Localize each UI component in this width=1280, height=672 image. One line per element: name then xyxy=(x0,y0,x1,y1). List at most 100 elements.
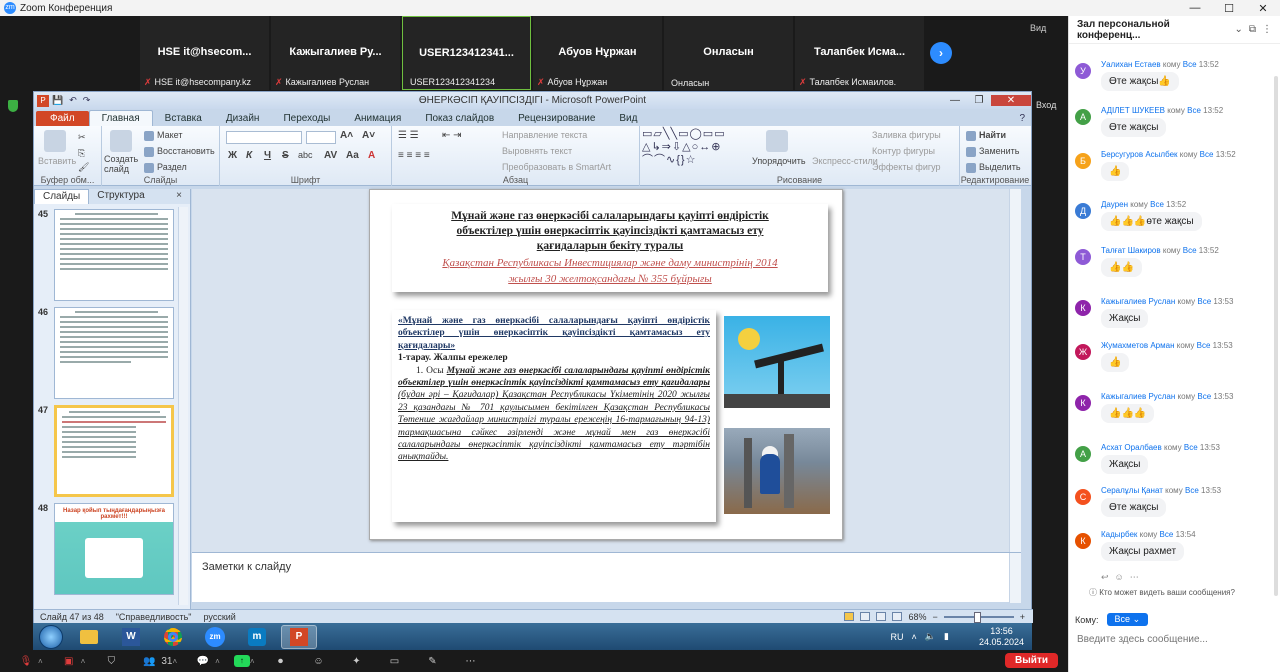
popout-icon[interactable]: ⧉ xyxy=(1249,24,1256,35)
maximize-icon[interactable]: ☐ xyxy=(1212,2,1246,15)
zoom-out-icon[interactable]: − xyxy=(932,612,937,622)
underline-button[interactable]: Ч xyxy=(264,150,271,161)
tab-transitions[interactable]: Переходы xyxy=(271,111,342,126)
mic-muted-icon[interactable]: 🎙 xyxy=(14,656,38,667)
participant-tile[interactable]: Талапбек Исма... ✗ Талапбек Исмаилов. xyxy=(795,16,924,90)
replace-button[interactable]: Заменить xyxy=(966,146,1019,157)
notes-scrollbar[interactable] xyxy=(1009,553,1021,603)
shapes-gallery[interactable]: ▭▱╲╲▭◯▭▭ △↳⇒⇩△○↔⊕ ⌒⌒∿{}☆ xyxy=(642,128,726,167)
tab-file[interactable]: Файл xyxy=(36,111,89,126)
bold-button[interactable]: Ж xyxy=(228,150,237,161)
slide-thumbnail-selected[interactable]: 47 xyxy=(38,405,176,499)
tab-home[interactable]: Главная xyxy=(88,110,153,126)
chevron-up-icon[interactable]: ˄ xyxy=(172,657,177,666)
apps-icon[interactable]: ✦ xyxy=(344,656,368,667)
tab-slides[interactable]: Слайды xyxy=(34,189,90,204)
more-icon[interactable]: ⋮ xyxy=(1262,24,1272,35)
recipient-dropdown[interactable]: Все ⌄ xyxy=(1106,613,1149,626)
quick-styles-button[interactable]: Экспресс-стили xyxy=(812,156,878,166)
security-shield-icon[interactable] xyxy=(8,100,18,112)
zoom-level[interactable]: 68% xyxy=(908,612,926,622)
chevron-up-icon[interactable]: ˄ xyxy=(250,657,255,666)
arrange-button[interactable]: Упорядочить xyxy=(752,156,806,166)
tab-slideshow[interactable]: Показ слайдов xyxy=(413,111,506,126)
change-case-icon[interactable]: Aa xyxy=(346,150,359,161)
shape-effects-button[interactable]: Эффекты фигур xyxy=(872,162,941,172)
participants-icon[interactable]: 👥 xyxy=(137,656,161,667)
select-button[interactable]: Выделить xyxy=(966,162,1021,173)
whiteboard-icon[interactable]: ▭ xyxy=(382,656,406,667)
tray-up-icon[interactable]: ˄ xyxy=(912,632,917,642)
align-icons[interactable]: ≡ ≡ ≡ ≡ xyxy=(398,150,430,161)
ppt-close-icon[interactable]: ✕ xyxy=(991,95,1031,106)
taskbar-zoom[interactable]: zm xyxy=(197,625,233,649)
shape-fill-button[interactable]: Заливка фигуры xyxy=(872,130,941,140)
convert-smartart-button[interactable]: Преобразовать в SmartArt xyxy=(502,162,611,172)
record-icon[interactable]: ⏺ xyxy=(268,656,292,667)
section-button[interactable]: Раздел xyxy=(144,162,187,173)
cut-icon[interactable]: ✂ xyxy=(78,132,86,143)
taskbar-chrome[interactable] xyxy=(155,625,191,649)
chevron-up-icon[interactable]: ˄ xyxy=(38,657,43,666)
tab-view[interactable]: Вид xyxy=(607,111,649,126)
chat-message-input[interactable] xyxy=(1077,630,1273,648)
current-slide[interactable]: Мұнай және газ өнеркәсібі салаларындағы … xyxy=(369,189,843,540)
taskbar-powerpoint[interactable]: P xyxy=(281,624,317,649)
oil-worker-image[interactable] xyxy=(724,428,830,514)
redo-icon[interactable]: ↷ xyxy=(83,95,91,106)
align-text-button[interactable]: Выровнять текст xyxy=(502,146,572,156)
input-language[interactable]: RU xyxy=(891,632,904,642)
shrink-font-icon[interactable]: A˅ xyxy=(362,130,375,141)
network-icon[interactable]: ▮ xyxy=(944,631,949,642)
participant-tile[interactable]: Кажыгалиев Ру... ✗ Кажыгалиев Руслан xyxy=(271,16,400,90)
participant-tile[interactable]: Абуов Нұржан ✗ Абуов Нұржан xyxy=(533,16,662,90)
system-clock[interactable]: 13:56 24.05.2024 xyxy=(979,626,1024,648)
leave-meeting-button[interactable]: Выйти xyxy=(1005,653,1058,668)
slideshow-view-icon[interactable] xyxy=(892,612,903,621)
new-slide-button[interactable]: Создать слайд xyxy=(104,154,140,174)
gallery-next-icon[interactable]: › xyxy=(930,42,952,64)
oil-pump-flag-image[interactable] xyxy=(724,316,830,408)
exit-fullscreen-button[interactable]: Вход xyxy=(1036,100,1056,110)
chat-icon[interactable]: 💬 xyxy=(191,656,215,667)
tab-outline[interactable]: Структура xyxy=(89,189,152,204)
char-spacing-icon[interactable]: AV xyxy=(324,150,337,161)
slide-thumbnail[interactable]: 45 xyxy=(38,209,176,303)
notes-pane[interactable]: Заметки к слайду xyxy=(192,552,1021,603)
start-button-icon[interactable] xyxy=(39,624,63,649)
slides-panel-scrollbar[interactable] xyxy=(178,207,188,605)
panel-close-icon[interactable]: × xyxy=(168,189,190,204)
format-painter-icon[interactable]: 🖌 xyxy=(78,162,89,173)
save-icon[interactable]: 💾 xyxy=(52,95,63,106)
taskbar-explorer[interactable] xyxy=(71,625,107,649)
slide-title-box[interactable]: Мұнай және газ өнеркәсібі салаларындағы … xyxy=(392,204,828,292)
help-icon[interactable]: ? xyxy=(1013,111,1031,126)
indent-icon[interactable]: ⇤ ⇥ xyxy=(442,130,462,141)
video-off-icon[interactable]: ▣ xyxy=(57,656,81,667)
bullets-icon[interactable]: ☰ ☰ xyxy=(398,130,419,141)
layout-button[interactable]: Макет xyxy=(144,130,182,141)
text-direction-button[interactable]: Направление текста xyxy=(502,130,587,140)
share-screen-icon[interactable]: ↑ xyxy=(233,655,250,667)
font-color-icon[interactable]: A xyxy=(368,150,375,161)
participant-tile[interactable]: HSE it@hsecom... ✗ HSE it@hsecompany.kz xyxy=(140,16,269,90)
security-icon[interactable]: ⛉ xyxy=(99,656,123,667)
taskbar-word[interactable]: W xyxy=(113,625,149,649)
reading-view-icon[interactable] xyxy=(876,612,887,621)
tab-review[interactable]: Рецензирование xyxy=(506,111,607,126)
font-family-combo[interactable] xyxy=(226,131,302,144)
language[interactable]: русский xyxy=(204,612,236,622)
reply-icon[interactable]: ↩ xyxy=(1101,572,1109,583)
slide-thumbnail[interactable]: 48 Назар қойып тыңдағандарыңызға рахмет!… xyxy=(38,503,176,597)
ppt-minimize-icon[interactable]: — xyxy=(943,95,967,106)
participant-tile-active-speaker[interactable]: USER123412341... USER123412341234 xyxy=(402,16,531,90)
shape-outline-button[interactable]: Контур фигуры xyxy=(872,146,935,156)
chevron-up-icon[interactable]: ˄ xyxy=(81,657,86,666)
taskbar-m[interactable]: m xyxy=(239,625,275,649)
who-can-see-link[interactable]: ⓘ Кто может видеть ваши сообщения? xyxy=(1089,587,1235,598)
minimize-icon[interactable]: — xyxy=(1178,2,1212,15)
volume-icon[interactable]: 🔈 xyxy=(925,631,936,642)
reset-button[interactable]: Восстановить xyxy=(144,146,215,157)
tab-animation[interactable]: Анимация xyxy=(342,111,413,126)
slide-body-text[interactable]: «Мұнай және газ өнеркәсібі салаларындағы… xyxy=(392,310,716,522)
